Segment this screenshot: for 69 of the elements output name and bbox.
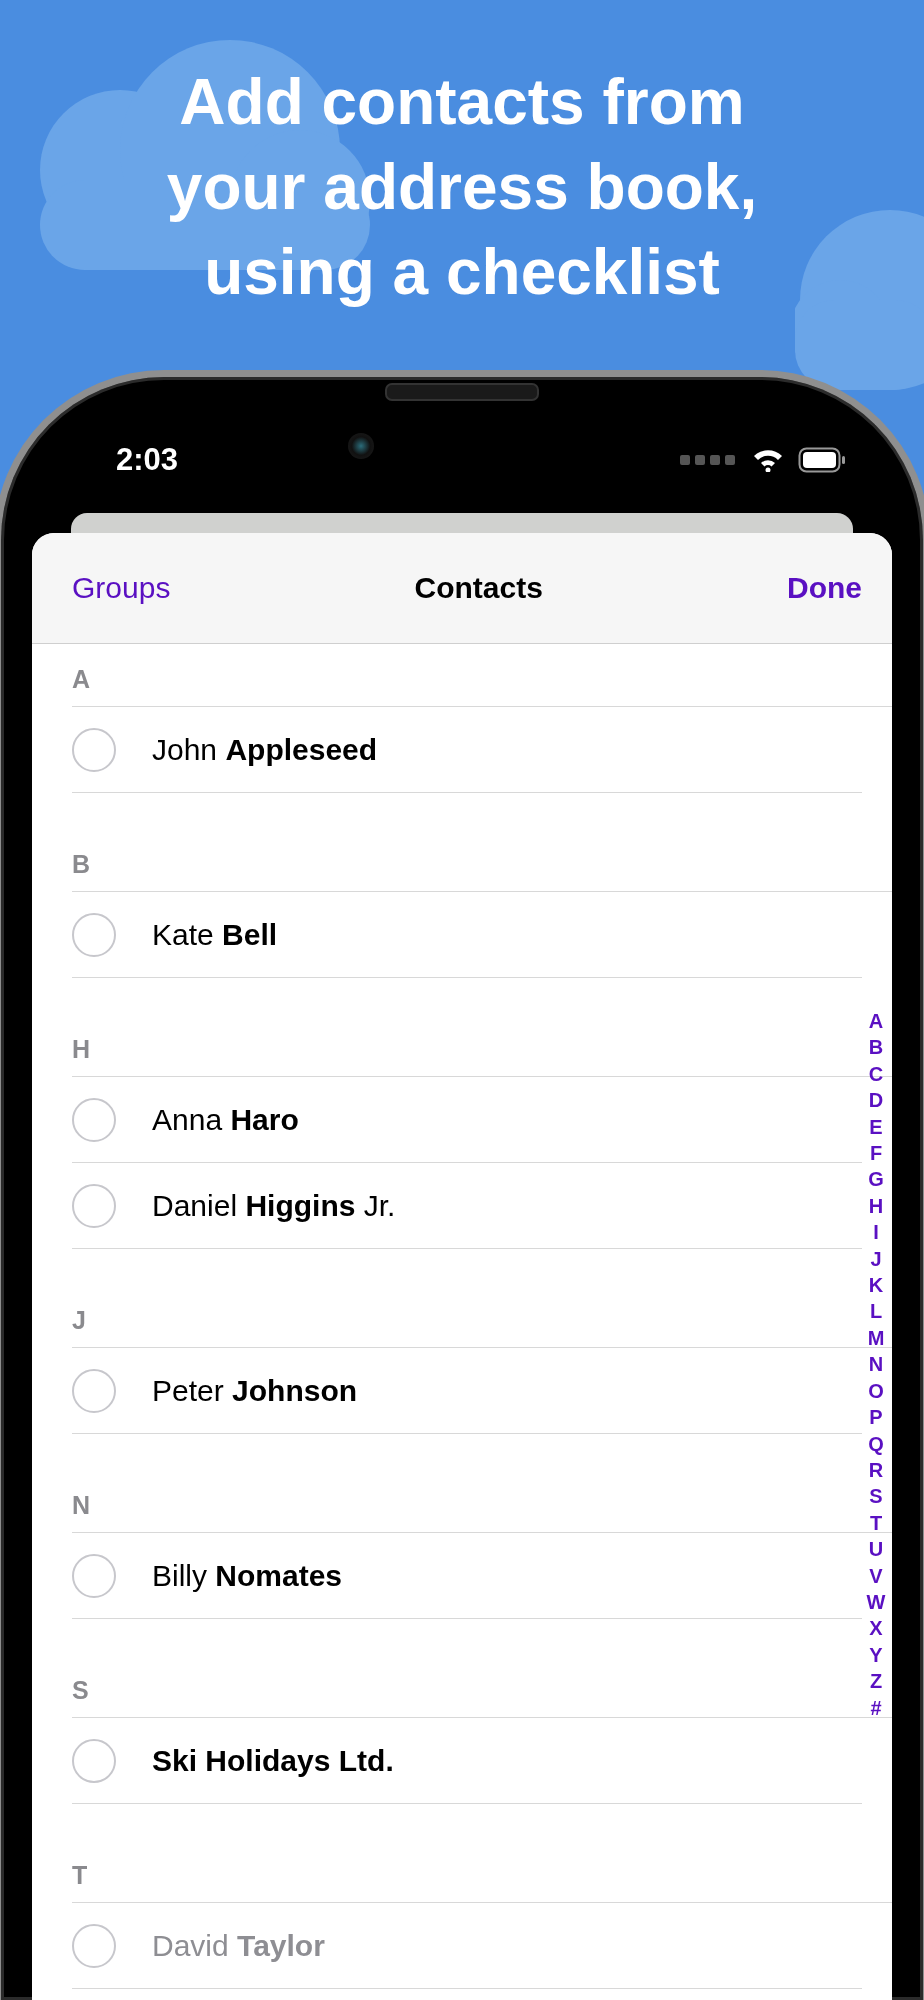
checkbox[interactable] — [72, 1553, 116, 1598]
contact-row[interactable]: Billy Nomates — [72, 1533, 862, 1619]
index-letter[interactable]: D — [868, 1087, 884, 1114]
done-button[interactable]: Done — [787, 571, 862, 605]
index-letter[interactable]: K — [868, 1272, 884, 1299]
index-letter[interactable]: A — [868, 1008, 884, 1035]
checkbox[interactable] — [72, 727, 116, 772]
section-letter: T — [72, 1861, 88, 1890]
headline: your address book, — [166, 150, 758, 225]
index-letter[interactable]: R — [868, 1456, 884, 1484]
cloud-icon — [795, 210, 924, 390]
checkbox[interactable] — [72, 1368, 116, 1413]
section-letter: S — [72, 1676, 89, 1705]
contact-name: Ski Holidays Ltd. — [152, 1743, 394, 1778]
index-letter[interactable]: U — [868, 1536, 884, 1563]
groups-button[interactable]: Groups — [72, 571, 171, 605]
contact-row[interactable]: John Appleseed — [72, 707, 862, 793]
camera-icon — [348, 433, 374, 459]
index-letter[interactable]: T — [869, 1509, 883, 1537]
section-letter: H — [72, 1035, 91, 1064]
index-letter[interactable]: # — [870, 1694, 882, 1721]
index-letter[interactable]: Z — [869, 1668, 883, 1695]
headline: using a checklist — [204, 235, 720, 310]
index-letter[interactable]: E — [869, 1113, 883, 1141]
wifi-icon — [752, 448, 784, 472]
section-letter: B — [72, 850, 91, 879]
checkbox[interactable] — [72, 1923, 116, 1968]
contact-row[interactable]: Peter Johnson — [72, 1348, 862, 1434]
section-letter: J — [72, 1306, 86, 1335]
nav-title: Contacts — [414, 571, 543, 605]
battery-icon — [798, 447, 846, 473]
index-letter[interactable]: M — [867, 1324, 885, 1352]
contact-row[interactable]: Anna Haro — [72, 1077, 862, 1163]
headline: Add contacts from — [179, 65, 745, 140]
contact-name: John Appleseed — [152, 732, 378, 767]
index-letter[interactable]: Y — [869, 1641, 883, 1669]
contact-name: Anna Haro — [152, 1102, 299, 1137]
contact-name: Daniel Higgins Jr. — [152, 1188, 396, 1223]
index-letter[interactable]: F — [869, 1140, 883, 1167]
index-letter[interactable]: J — [870, 1245, 882, 1273]
index-letter[interactable]: V — [869, 1562, 883, 1589]
contact-row[interactable]: Kate Bell — [72, 892, 862, 978]
section-letter: N — [72, 1491, 91, 1520]
checkbox[interactable] — [72, 1183, 116, 1228]
checkbox[interactable] — [72, 1097, 116, 1142]
index-letter[interactable]: C — [868, 1060, 884, 1088]
contact-row[interactable]: Ski Holidays Ltd. — [72, 1718, 862, 1804]
status-time: 2:03 — [116, 442, 179, 478]
checkbox[interactable] — [72, 1738, 116, 1783]
section-letter: A — [72, 665, 91, 694]
contact-row[interactable]: Daniel Higgins Jr. — [72, 1163, 862, 1249]
index-letter[interactable]: L — [869, 1298, 883, 1325]
index-letter[interactable]: B — [868, 1034, 884, 1061]
contact-name: Peter Johnson — [152, 1373, 358, 1408]
contact-name: Kate Bell — [152, 917, 278, 952]
contact-name: David Taylor — [152, 1928, 325, 1963]
contact-name: Billy Nomates — [152, 1558, 343, 1593]
index-letter[interactable]: W — [866, 1588, 886, 1616]
index-letter[interactable]: G — [868, 1166, 884, 1193]
index-letter[interactable]: S — [869, 1483, 883, 1510]
index-letter[interactable]: X — [869, 1615, 883, 1642]
checkbox[interactable] — [72, 912, 116, 957]
index-letter[interactable]: Q — [868, 1430, 884, 1457]
index-letter[interactable]: P — [869, 1404, 883, 1431]
index-letter[interactable]: I — [873, 1219, 879, 1246]
index-letter[interactable]: N — [868, 1351, 884, 1378]
signal-icon — [680, 454, 738, 466]
index-letter[interactable]: H — [868, 1192, 884, 1220]
index-letter[interactable]: O — [868, 1377, 884, 1405]
